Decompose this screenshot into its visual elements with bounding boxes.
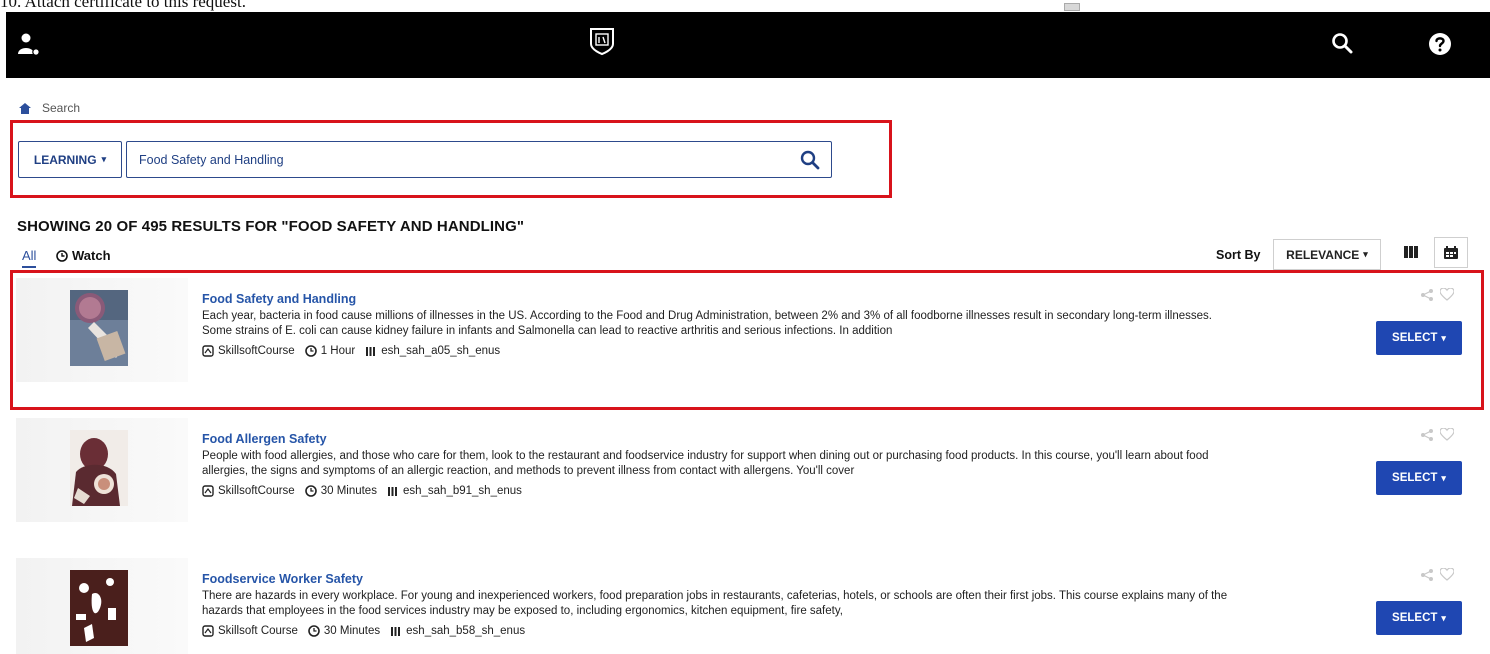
result-thumbnail[interactable]: [16, 278, 188, 382]
document-caption: 10. Attach certificate to this request.: [0, 0, 246, 11]
result-type: SkillsoftCourse: [202, 485, 295, 497]
filter-watch-label: Watch: [72, 248, 111, 263]
share-icon[interactable]: [1420, 428, 1434, 442]
result-title[interactable]: Food Safety and Handling: [202, 292, 356, 306]
sort-label: Sort By: [1216, 248, 1261, 262]
result-description: People with food allergies, and those wh…: [202, 450, 1209, 477]
result-title[interactable]: Foodservice Worker Safety: [202, 572, 363, 586]
sort-dropdown[interactable]: RELEVANCE ▾: [1273, 239, 1381, 270]
grid-view-icon: [1444, 246, 1458, 259]
code-icon: [391, 627, 401, 636]
select-button[interactable]: SELECT ▾: [1376, 321, 1462, 355]
sort-value: RELEVANCE: [1286, 247, 1360, 262]
top-navigation-bar: [6, 12, 1490, 78]
result-item: Foodservice Worker Safety There are haza…: [16, 558, 1484, 654]
result-code: esh_sah_b91_sh_enus: [387, 485, 522, 497]
result-duration-label: 1 Hour: [320, 345, 356, 357]
home-icon[interactable]: [18, 102, 32, 115]
grid-view-button[interactable]: [1434, 237, 1468, 268]
result-thumbnail[interactable]: [16, 418, 188, 522]
course-icon: [202, 345, 214, 357]
result-item: Food Safety and Handling Each year, bact…: [16, 278, 1484, 396]
course-icon: [202, 485, 214, 497]
filter-tab-watch[interactable]: Watch: [56, 248, 111, 263]
search-input[interactable]: Food Safety and Handling: [126, 141, 832, 178]
search-query: Food Safety and Handling: [139, 152, 284, 167]
select-button-label: SELECT: [1392, 612, 1438, 624]
filter-tab-all[interactable]: All: [22, 248, 37, 268]
logo-shield-icon[interactable]: [588, 26, 616, 56]
result-type-label: SkillsoftCourse: [218, 485, 295, 497]
chevron-down-icon: ▾: [1441, 332, 1446, 343]
watch-icon: [56, 249, 68, 262]
result-thumbnail[interactable]: [16, 558, 188, 654]
code-icon: [366, 347, 376, 356]
result-item: Food Allergen Safety People with food al…: [16, 418, 1484, 536]
select-button[interactable]: SELECT ▾: [1376, 601, 1462, 635]
result-code-label: esh_sah_a05_sh_enus: [381, 345, 501, 357]
breadcrumb: Search: [18, 100, 80, 116]
breadcrumb-search[interactable]: Search: [42, 101, 80, 115]
course-icon: [202, 625, 214, 637]
result-type-label: Skillsoft Course: [218, 625, 298, 637]
list-view-button[interactable]: [1395, 237, 1427, 267]
document-caption-strip: 10. Attach certificate to this request.: [0, 0, 1490, 12]
clock-icon: [304, 345, 317, 357]
heart-icon[interactable]: [1440, 288, 1454, 301]
result-type: Skillsoft Course: [202, 625, 298, 637]
result-code-label: esh_sah_b58_sh_enus: [406, 625, 526, 637]
chevron-down-icon: ▾: [1441, 472, 1446, 483]
select-button-label: SELECT: [1392, 332, 1438, 344]
search-icon[interactable]: [1331, 32, 1353, 54]
result-description: Each year, bacteria in food cause millio…: [202, 310, 1212, 337]
list-view-icon: [1404, 246, 1418, 258]
result-meta: SkillsoftCourse 1 Hour esh_sah_a05_sh_en…: [202, 345, 500, 357]
clock-icon: [308, 625, 320, 637]
chevron-down-icon: ▾: [1363, 249, 1368, 259]
heart-icon[interactable]: [1440, 568, 1454, 581]
clock-icon: [304, 485, 317, 497]
share-icon[interactable]: [1420, 288, 1434, 302]
select-button-label: SELECT: [1392, 472, 1438, 484]
results-heading: SHOWING 20 OF 495 RESULTS FOR "FOOD SAFE…: [17, 218, 525, 235]
user-settings-icon[interactable]: [16, 32, 42, 58]
result-meta: Skillsoft Course 30 Minutes esh_sah_b58_…: [202, 625, 525, 637]
chevron-down-icon: ▾: [101, 154, 107, 164]
result-duration-label: 30 Minutes: [323, 625, 381, 637]
result-title[interactable]: Food Allergen Safety: [202, 432, 327, 446]
result-type: SkillsoftCourse: [202, 345, 295, 357]
chevron-down-icon: ▾: [1441, 612, 1446, 623]
result-code: esh_sah_b58_sh_enus: [390, 625, 525, 637]
document-mark: [1064, 3, 1080, 11]
result-code-label: esh_sah_b91_sh_enus: [402, 485, 522, 497]
code-icon: [387, 487, 397, 496]
share-icon[interactable]: [1420, 568, 1434, 582]
result-description: There are hazards in every workplace. Fo…: [202, 590, 1228, 617]
help-icon[interactable]: [1428, 32, 1452, 56]
result-duration: 30 Minutes: [308, 625, 380, 637]
select-button[interactable]: SELECT ▾: [1376, 461, 1462, 495]
result-meta: SkillsoftCourse 30 Minutes esh_sah_b91_s…: [202, 485, 522, 497]
result-duration: 30 Minutes: [304, 485, 377, 497]
result-code: esh_sah_a05_sh_enus: [365, 345, 500, 357]
result-type-label: SkillsoftCourse: [218, 345, 295, 357]
learning-scope-dropdown[interactable]: LEARNING ▾: [18, 141, 122, 178]
result-duration-label: 30 Minutes: [320, 485, 377, 497]
learning-scope-label: LEARNING: [33, 152, 97, 167]
heart-icon[interactable]: [1440, 428, 1454, 441]
result-duration: 1 Hour: [304, 345, 356, 357]
search-icon[interactable]: [799, 149, 821, 171]
